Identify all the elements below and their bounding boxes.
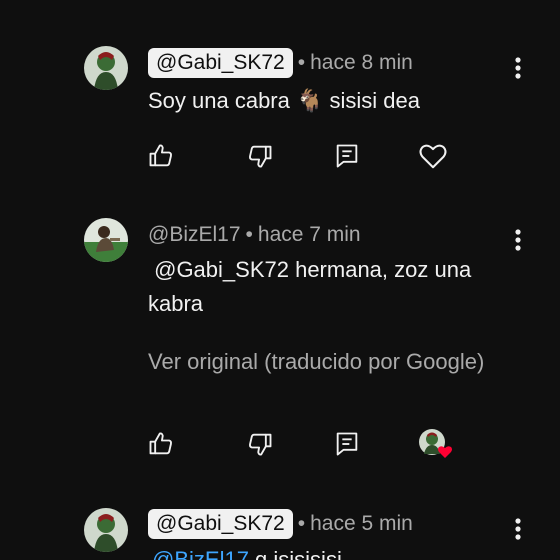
comments-page: @Gabi_SK72 • hace 8 min Soy una cabra 🐐 … bbox=[0, 0, 560, 560]
reply-button[interactable] bbox=[332, 429, 362, 459]
comment-header: @Gabi_SK72 • hace 5 min bbox=[148, 509, 413, 539]
more-vert-icon bbox=[515, 229, 521, 251]
like-button[interactable] bbox=[146, 429, 176, 459]
thumb-up-icon bbox=[149, 144, 172, 167]
comment-header: @Gabi_SK72 • hace 8 min bbox=[148, 48, 413, 78]
reply-button[interactable] bbox=[332, 141, 362, 171]
comment-text-line: kabra bbox=[148, 291, 204, 316]
timestamp: hace 7 min bbox=[257, 223, 361, 246]
timestamp: hace 8 min bbox=[310, 51, 413, 74]
author-name[interactable]: @BizEl17 bbox=[148, 223, 241, 247]
creator-heart-badge[interactable] bbox=[418, 429, 456, 459]
separator: • bbox=[297, 512, 306, 535]
thumb-down-icon bbox=[249, 145, 272, 168]
more-options-button[interactable] bbox=[506, 225, 530, 255]
thumb-up-icon bbox=[149, 432, 172, 455]
heart-button[interactable] bbox=[418, 141, 448, 171]
comment-actions bbox=[0, 141, 560, 171]
comment-actions bbox=[0, 429, 560, 459]
comment-text: Soy una cabra 🐐 sisisi dea bbox=[148, 88, 420, 113]
more-options-button[interactable] bbox=[506, 514, 530, 544]
dislike-button[interactable] bbox=[245, 429, 275, 459]
mention-link[interactable]: @BizEl17 bbox=[152, 547, 249, 560]
heart-icon bbox=[438, 446, 452, 458]
comment-text-line: @Gabi_SK72 hermana, zoz una bbox=[148, 257, 472, 282]
dislike-button[interactable] bbox=[245, 141, 275, 171]
see-original-link[interactable]: Ver original (traducido por Google) bbox=[148, 349, 484, 375]
comment-text: @Gabi_SK72 hermana, zoz una kabra bbox=[148, 253, 528, 321]
avatar[interactable] bbox=[84, 46, 128, 90]
timestamp: hace 5 min bbox=[310, 512, 413, 535]
more-vert-icon bbox=[515, 57, 521, 79]
heart-icon bbox=[419, 144, 447, 169]
separator: • bbox=[245, 223, 253, 246]
author-chip[interactable]: @Gabi_SK72 bbox=[148, 509, 293, 539]
avatar[interactable] bbox=[84, 218, 128, 262]
comment-text: @BizEl17 g isisisisi bbox=[152, 543, 532, 560]
avatar[interactable] bbox=[84, 508, 128, 552]
separator: • bbox=[297, 51, 306, 74]
author-chip[interactable]: @Gabi_SK72 bbox=[148, 48, 293, 78]
comment-text-rest: g isisisisi bbox=[248, 547, 342, 560]
reply-icon bbox=[336, 432, 358, 456]
more-options-button[interactable] bbox=[506, 53, 530, 83]
more-vert-icon bbox=[515, 518, 521, 540]
thumb-down-icon bbox=[249, 433, 272, 456]
like-button[interactable] bbox=[146, 141, 176, 171]
reply-icon bbox=[336, 144, 358, 168]
comment-header: @BizEl17 • hace 7 min bbox=[148, 220, 361, 250]
